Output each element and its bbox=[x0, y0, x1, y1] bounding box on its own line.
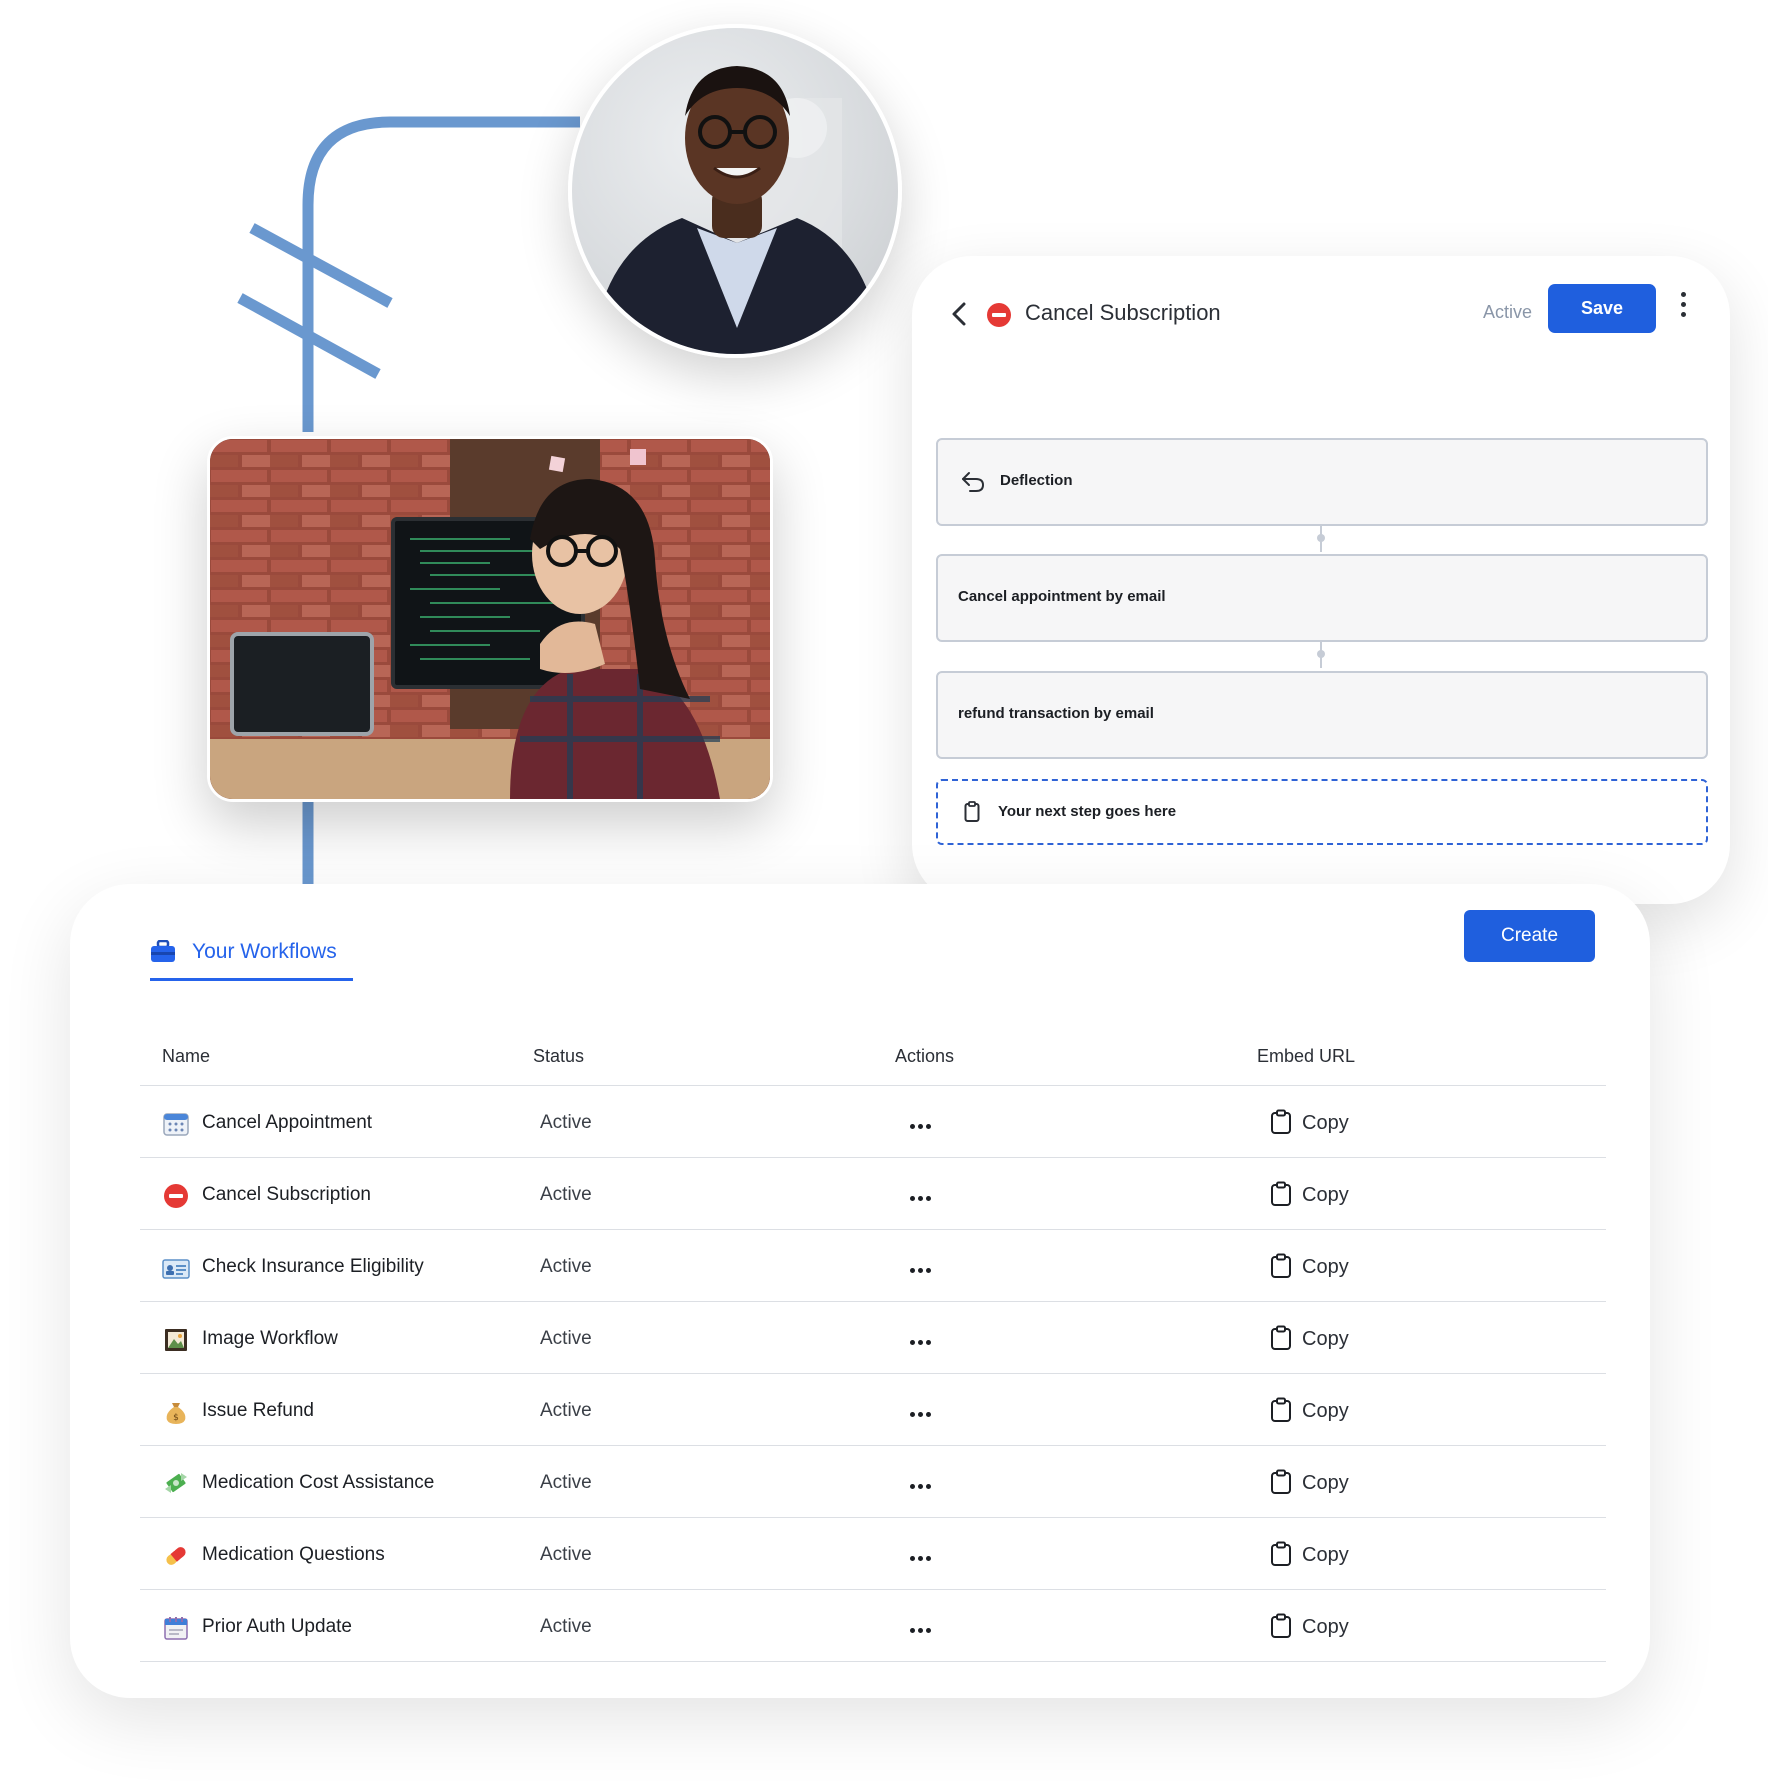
editor-header: Cancel Subscription Active Save bbox=[912, 256, 1730, 366]
table-row[interactable]: Medication Cost Assistance Active Copy bbox=[140, 1446, 1606, 1518]
workflow-status: Active bbox=[540, 1184, 592, 1205]
copy-embed-url-link[interactable]: Copy bbox=[1302, 1544, 1349, 1567]
workflow-name[interactable]: Cancel Subscription bbox=[202, 1184, 371, 1206]
workflow-status: Active bbox=[1483, 302, 1533, 322]
save-button[interactable]: Save bbox=[1548, 284, 1656, 333]
clipboard-icon[interactable] bbox=[1270, 1109, 1292, 1135]
id-card-icon bbox=[162, 1259, 190, 1279]
step-label: Cancel appointment by email bbox=[958, 588, 1166, 605]
row-actions-menu-icon[interactable] bbox=[910, 1188, 936, 1201]
table-row[interactable]: Cancel Subscription Active Copy bbox=[140, 1158, 1606, 1230]
developer-photo bbox=[207, 436, 773, 802]
step-connector bbox=[1315, 642, 1327, 668]
clipboard-icon[interactable] bbox=[1270, 1325, 1292, 1351]
create-button[interactable]: Create bbox=[1464, 910, 1595, 962]
copy-embed-url-link[interactable]: Copy bbox=[1302, 1184, 1349, 1207]
workflow-status: Active bbox=[540, 1616, 592, 1637]
undo-arrow-icon bbox=[962, 472, 985, 492]
column-header-name: Name bbox=[162, 1046, 211, 1066]
table-row[interactable]: $ Issue Refund Active Copy bbox=[140, 1374, 1606, 1446]
copy-embed-url-link[interactable]: Copy bbox=[1302, 1256, 1349, 1279]
column-header-status: Status bbox=[533, 1046, 585, 1066]
more-options-icon[interactable] bbox=[1676, 292, 1690, 320]
calendar-spiral-icon bbox=[164, 1617, 188, 1640]
pill-icon bbox=[166, 1547, 186, 1565]
copy-embed-url-link[interactable]: Copy bbox=[1302, 1400, 1349, 1423]
table-row[interactable]: Cancel Appointment Active Copy bbox=[140, 1086, 1606, 1158]
avatar-photo bbox=[568, 24, 902, 358]
step-connector bbox=[1315, 526, 1327, 552]
table-divider bbox=[140, 1661, 1606, 1662]
workflow-step-cancel-appointment[interactable]: Cancel appointment by email bbox=[936, 554, 1708, 642]
column-header-embed-url: Embed URL bbox=[1257, 1046, 1356, 1066]
next-step-placeholder: Your next step goes here bbox=[998, 803, 1177, 820]
workflow-title: Cancel Subscription bbox=[1025, 300, 1221, 325]
workflow-status: Active bbox=[540, 1256, 592, 1277]
workflow-name[interactable]: Issue Refund bbox=[202, 1400, 314, 1422]
active-tab-indicator bbox=[150, 978, 353, 981]
no-entry-icon bbox=[164, 1184, 188, 1208]
copy-embed-url-link[interactable]: Copy bbox=[1302, 1616, 1349, 1639]
tab-label: Your Workflows bbox=[192, 940, 337, 963]
workflow-name[interactable]: Prior Auth Update bbox=[202, 1616, 352, 1638]
row-actions-menu-icon[interactable] bbox=[910, 1260, 936, 1273]
workflow-status: Active bbox=[540, 1544, 592, 1565]
clipboard-icon[interactable] bbox=[1270, 1469, 1292, 1495]
add-next-step-dropzone[interactable]: Your next step goes here bbox=[936, 779, 1708, 845]
row-actions-menu-icon[interactable] bbox=[910, 1116, 936, 1129]
briefcase-icon bbox=[151, 940, 175, 962]
workflows-card: Your Workflows Create Name Status Action… bbox=[70, 884, 1650, 1698]
framed-picture-icon bbox=[165, 1329, 187, 1351]
clipboard-icon[interactable] bbox=[1270, 1253, 1292, 1279]
step-label: Deflection bbox=[1000, 472, 1073, 489]
workflow-status: Active bbox=[540, 1112, 592, 1133]
copy-embed-url-link[interactable]: Copy bbox=[1302, 1328, 1349, 1351]
workflow-status: Active bbox=[540, 1472, 592, 1493]
clipboard-icon[interactable] bbox=[1270, 1541, 1292, 1567]
copy-embed-url-link[interactable]: Copy bbox=[1302, 1112, 1349, 1135]
money-bag-icon: $ bbox=[166, 1403, 186, 1424]
row-actions-menu-icon[interactable] bbox=[910, 1476, 936, 1489]
workflow-step-deflection[interactable]: Deflection bbox=[936, 438, 1708, 526]
row-actions-menu-icon[interactable] bbox=[910, 1548, 936, 1561]
svg-text:$: $ bbox=[173, 1413, 179, 1423]
step-label: refund transaction by email bbox=[958, 705, 1154, 722]
table-row[interactable]: Medication Questions Active Copy bbox=[140, 1518, 1606, 1590]
table-row[interactable]: Prior Auth Update Active Copy bbox=[140, 1590, 1606, 1662]
table-row[interactable]: Check Insurance Eligibility Active Copy bbox=[140, 1230, 1606, 1302]
calendar-icon bbox=[163, 1113, 189, 1136]
workflow-name[interactable]: Cancel Appointment bbox=[202, 1112, 372, 1134]
workflow-status: Active bbox=[540, 1328, 592, 1349]
workflow-step-refund-transaction[interactable]: refund transaction by email bbox=[936, 671, 1708, 759]
back-chevron-icon[interactable] bbox=[948, 300, 972, 328]
copy-embed-url-link[interactable]: Copy bbox=[1302, 1472, 1349, 1495]
row-actions-menu-icon[interactable] bbox=[910, 1620, 936, 1633]
clipboard-icon[interactable] bbox=[1270, 1397, 1292, 1423]
clipboard-icon bbox=[964, 801, 980, 822]
workflow-name[interactable]: Image Workflow bbox=[202, 1328, 338, 1350]
table-row[interactable]: Image Workflow Active Copy bbox=[140, 1302, 1606, 1374]
workflow-status: Active bbox=[540, 1400, 592, 1421]
clipboard-icon[interactable] bbox=[1270, 1613, 1292, 1639]
workflow-name[interactable]: Medication Cost Assistance bbox=[202, 1472, 434, 1494]
workflow-name[interactable]: Medication Questions bbox=[202, 1544, 385, 1566]
row-actions-menu-icon[interactable] bbox=[910, 1332, 936, 1345]
row-actions-menu-icon[interactable] bbox=[910, 1404, 936, 1417]
column-header-actions: Actions bbox=[895, 1046, 955, 1066]
workflow-name[interactable]: Check Insurance Eligibility bbox=[202, 1256, 424, 1278]
clipboard-icon[interactable] bbox=[1270, 1181, 1292, 1207]
money-with-wings-icon bbox=[165, 1473, 187, 1493]
no-entry-icon bbox=[987, 303, 1011, 327]
workflow-editor-panel: Cancel Subscription Active Save Deflecti… bbox=[912, 256, 1730, 904]
